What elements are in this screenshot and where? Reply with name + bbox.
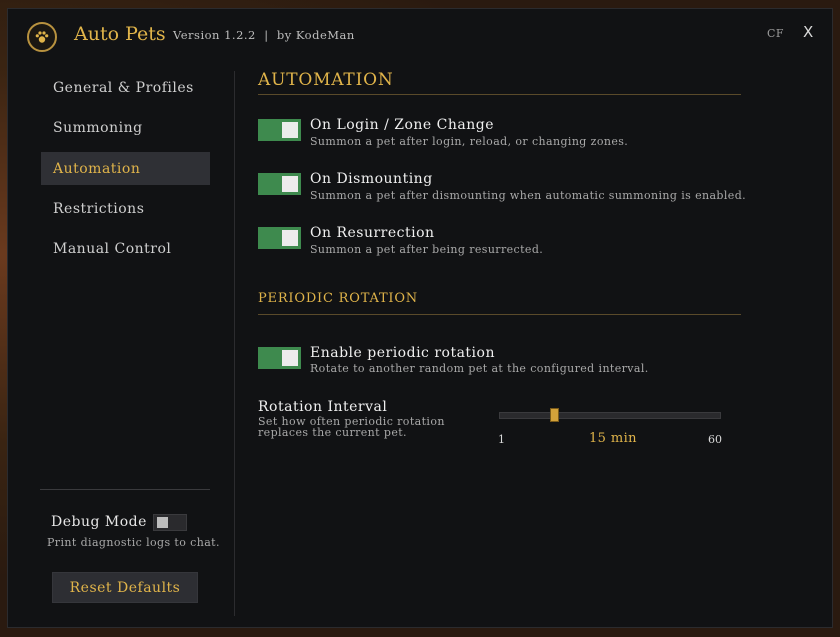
slider-thumb[interactable] <box>549 408 559 422</box>
slider-max-label: 60 <box>708 433 722 446</box>
sidebar-item-manual-control[interactable]: Manual Control <box>41 232 210 265</box>
sidebar-item-summoning[interactable]: Summoning <box>41 111 210 144</box>
periodic-rotation-label: Enable periodic rotation <box>310 345 495 361</box>
section-rule <box>258 94 741 95</box>
sidebar-item-label: Manual Control <box>53 240 172 257</box>
sidebar-divider <box>40 489 210 490</box>
toggle-knob <box>282 350 298 366</box>
on-dismounting-description: Summon a pet after dismounting when auto… <box>310 189 747 202</box>
on-resurrection-label: On Resurrection <box>310 225 435 241</box>
toggle-knob <box>282 230 298 246</box>
on-dismounting-label: On Dismounting <box>310 171 433 187</box>
sidebar: General & Profiles Summoning Automation … <box>8 9 233 627</box>
rotation-interval-slider[interactable] <box>499 412 721 419</box>
section-title-automation: AUTOMATION <box>258 70 394 90</box>
on-login-label: On Login / Zone Change <box>310 117 494 133</box>
reset-defaults-button[interactable]: Reset Defaults <box>52 572 198 603</box>
sidebar-item-restrictions[interactable]: Restrictions <box>41 192 210 225</box>
sidebar-item-automation[interactable]: Automation <box>41 152 210 185</box>
toggle-knob <box>157 517 168 528</box>
section-title-periodic-rotation: PERIODIC ROTATION <box>258 291 418 306</box>
on-login-description: Summon a pet after login, reload, or cha… <box>310 135 629 148</box>
cf-button[interactable]: CF <box>767 27 784 40</box>
close-button[interactable]: X <box>803 23 813 41</box>
sidebar-item-label: General & Profiles <box>53 79 194 96</box>
sidebar-item-general-profiles[interactable]: General & Profiles <box>41 71 210 104</box>
sidebar-item-label: Automation <box>53 160 141 177</box>
vertical-divider <box>234 71 235 616</box>
slider-value-label: 15 min <box>589 431 637 446</box>
periodic-rotation-toggle[interactable] <box>258 347 301 369</box>
sidebar-item-label: Summoning <box>53 119 143 136</box>
debug-mode-label: Debug Mode <box>51 514 147 530</box>
on-resurrection-description: Summon a pet after being resurrected. <box>310 243 544 256</box>
slider-min-label: 1 <box>498 433 505 446</box>
toggle-knob <box>282 176 298 192</box>
sidebar-item-label: Restrictions <box>53 200 145 217</box>
toggle-knob <box>282 122 298 138</box>
on-login-toggle[interactable] <box>258 119 301 141</box>
section-rule <box>258 314 741 315</box>
periodic-rotation-description: Rotate to another random pet at the conf… <box>310 362 649 375</box>
rotation-interval-label: Rotation Interval <box>258 399 388 415</box>
debug-mode-description: Print diagnostic logs to chat. <box>47 536 220 549</box>
on-resurrection-toggle[interactable] <box>258 227 301 249</box>
rotation-interval-description: Set how often periodic rotation replaces… <box>258 415 445 439</box>
on-dismounting-toggle[interactable] <box>258 173 301 195</box>
settings-window: Auto Pets Version 1.2.2 | by KodeMan CF … <box>7 8 833 628</box>
debug-mode-toggle[interactable] <box>153 514 187 531</box>
